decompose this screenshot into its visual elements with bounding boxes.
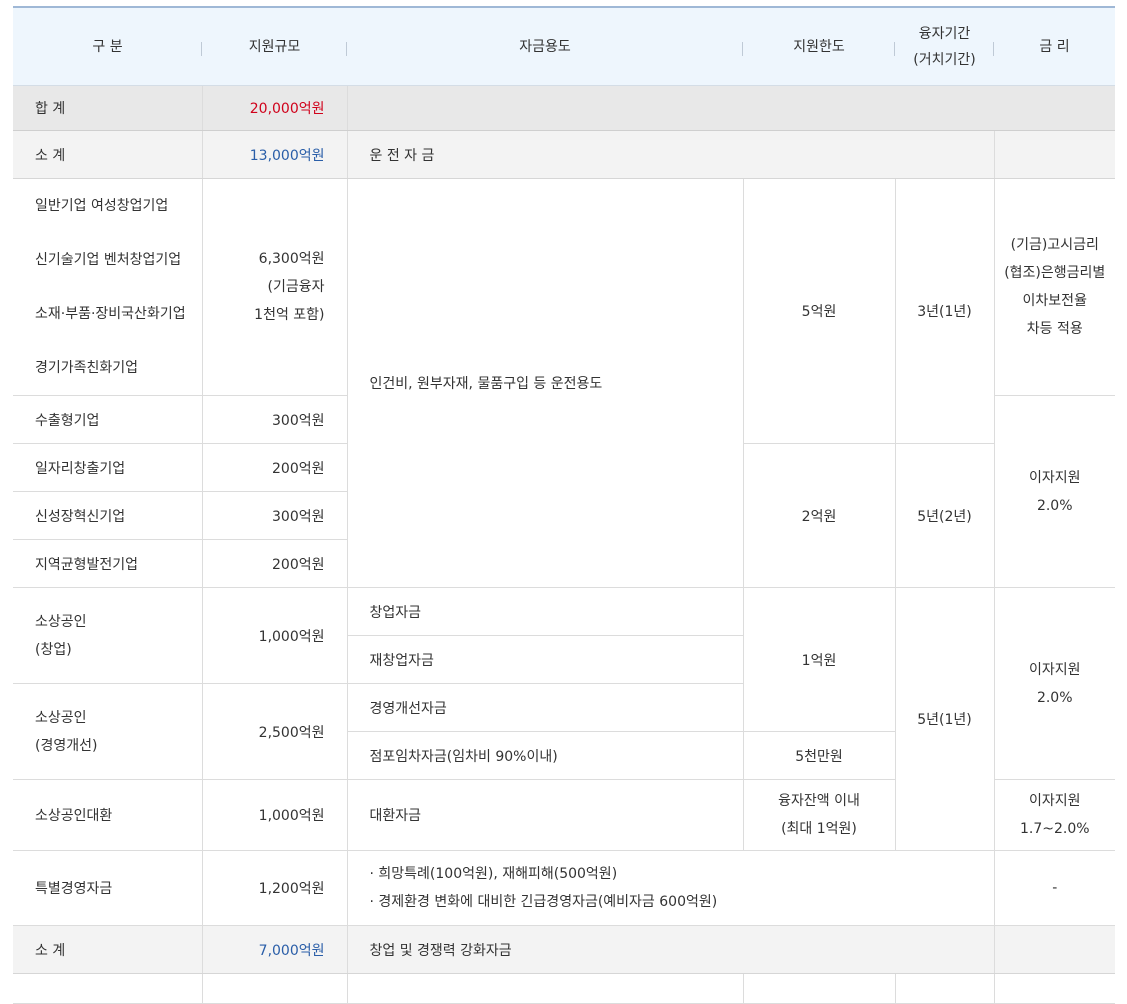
refinance-limit-cell: 융자잔액 이내 (최대 1억원) (742, 779, 895, 851)
group2-rate-cell: 이자지원 2.0% (993, 395, 1115, 588)
group1-limit: 5억원 (742, 178, 895, 444)
group3-period: 5년(1년) (894, 587, 994, 851)
company-type-general: 일반기업 여성창업기업 (35, 198, 169, 214)
refinance-name: 소상공인대환 (13, 779, 202, 851)
special-fund-purpose: · 희망특례(100억원), 재해피해(500억원) · 경제환경 변화에 대비… (346, 850, 994, 926)
refinance-limit-line2: (최대 1억원) (781, 821, 857, 837)
refinance-purpose: 대환자금 (346, 779, 743, 851)
subtotal2-label: 소 계 (13, 925, 202, 974)
group3-rate-line2: 2.0% (1036, 689, 1073, 706)
company-type-family: 경기가족친화기업 (35, 360, 139, 376)
group1-amount-line3: 1천억 포함) (254, 307, 325, 323)
subtotal-label: 소 계 (13, 130, 202, 179)
special-fund-name: 특별경영자금 (13, 850, 202, 926)
table-row (13, 973, 1115, 1004)
startup-fund-purpose: 창업자금 (346, 587, 743, 636)
group1-rate-line1: (기금)고시금리 (1010, 237, 1099, 253)
restart-fund-purpose: 재창업자금 (346, 635, 743, 684)
jobs-company-amount: 200억원 (201, 443, 347, 492)
group1-rate-line4: 차등 적용 (1026, 321, 1083, 337)
group1-rate-line2: (협조)은행금리별 (1004, 265, 1106, 281)
export-company-name: 수출형기업 (13, 395, 202, 444)
subtotal2-empty (993, 925, 1115, 974)
header-loan-period: 융자기간 (거치기간) (895, 6, 994, 86)
subtotal-purpose: 운 전 자 금 (346, 130, 994, 179)
table-row: 소상공인 (창업) 1,000억원 창업자금 1억원 5년(1년) 이자지원 2… (13, 587, 1115, 851)
export-company-amount: 300억원 (201, 395, 347, 444)
next-row-cell (201, 973, 347, 1004)
header-interest-rate: 금 리 (994, 6, 1115, 86)
jobs-company-name: 일자리창출기업 (13, 443, 202, 492)
smallbiz-improve-name-line2: (경영개선) (35, 737, 98, 754)
growth-company-amount: 300억원 (201, 491, 347, 540)
special-purpose-line1: · 희망특례(100억원), 재해피해(500억원) (369, 866, 618, 882)
table-header-row: 구 분 지원규모 자금용도 지원한도 융자기간 (거치기간) 금 리 (13, 6, 1115, 86)
smallbiz-limit: 1억원 (742, 587, 895, 732)
smallbiz-start-amount: 1,000억원 (201, 587, 347, 684)
special-fund-rate: - (993, 850, 1115, 926)
smallbiz-improve-amount: 2,500억원 (201, 683, 347, 780)
refinance-rate-line1: 이자지원 (1028, 793, 1081, 809)
refinance-amount: 1,000억원 (201, 779, 347, 851)
smallbiz-start-name-line2: (창업) (35, 641, 72, 658)
header-support-scale: 지원규모 (202, 6, 347, 86)
smallbiz-start-name-line1: 소상공인 (35, 613, 87, 630)
refinance-rate-cell: 이자지원 1.7~2.0% (993, 779, 1115, 851)
group3-rate-line1: 이자지원 (1028, 661, 1081, 678)
group2-rate-line1: 이자지원 (1028, 469, 1081, 486)
smallbiz-improve-name: 소상공인 (경영개선) (13, 683, 202, 780)
total-label: 합 계 (13, 85, 202, 131)
group2-limit: 2억원 (742, 443, 895, 588)
subtotal2-purpose: 창업 및 경쟁력 강화자금 (346, 925, 994, 974)
company-type-newtech: 신기술기업 벤처창업기업 (35, 252, 182, 268)
regional-company-name: 지역균형발전기업 (13, 539, 202, 588)
total-row: 합 계 20,000억원 (13, 85, 1115, 131)
header-loan-period-line2: (거치기간) (913, 51, 976, 68)
header-category: 구 분 (13, 6, 202, 86)
group1-amount-cell: 6,300억원 (기금융자 1천억 포함) (201, 178, 347, 396)
store-rent-limit: 5천만원 (742, 731, 895, 780)
next-row-cell (13, 973, 202, 1004)
next-row-cell (894, 973, 994, 1004)
table-row: 일반기업 여성창업기업 신기술기업 벤처창업기업 소재·부품·장비국산화기업 경… (13, 178, 1115, 588)
operating-purpose: 인건비, 원부자재, 물품구입 등 운전용도 (346, 178, 743, 588)
smallbiz-improve-name-line1: 소상공인 (35, 709, 87, 726)
subtotal2-amount: 7,000억원 (201, 925, 347, 974)
next-row-cell (346, 973, 743, 1004)
total-amount: 20,000억원 (201, 85, 347, 131)
header-support-limit: 지원한도 (743, 6, 895, 86)
regional-company-amount: 200억원 (201, 539, 347, 588)
group2-period: 5년(2년) (894, 443, 994, 588)
group1-amount-line1: 6,300억원 (258, 251, 325, 267)
header-loan-period-line1: 융자기간 (918, 25, 971, 42)
header-fund-purpose: 자금용도 (347, 6, 743, 86)
special-fund-amount: 1,200억원 (201, 850, 347, 926)
company-types-cell: 일반기업 여성창업기업 신기술기업 벤처창업기업 소재·부품·장비국산화기업 경… (13, 178, 202, 396)
company-type-materials: 소재·부품·장비국산화기업 (35, 306, 186, 322)
refinance-limit-line1: 융자잔액 이내 (778, 793, 860, 809)
special-purpose-line2: · 경제환경 변화에 대비한 긴급경영자금(예비자금 600억원) (369, 894, 718, 910)
subtotal-operating-row: 소 계 13,000억원 운 전 자 금 (13, 130, 1115, 179)
subtotal-startup-row: 소 계 7,000억원 창업 및 경쟁력 강화자금 (13, 925, 1115, 974)
smallbiz-start-name: 소상공인 (창업) (13, 587, 202, 684)
next-row-cell (993, 973, 1115, 1004)
total-empty (346, 85, 1115, 131)
group2-rate-line2: 2.0% (1036, 497, 1073, 514)
store-rent-fund-purpose: 점포임차자금(임차비 90%이내) (346, 731, 743, 780)
table-row: 특별경영자금 1,200억원 · 희망특례(100억원), 재해피해(500억원… (13, 850, 1115, 926)
next-row-cell (742, 973, 895, 1004)
group1-rate-line3: 이차보전율 (1022, 293, 1087, 309)
group1-period: 3년(1년) (894, 178, 994, 444)
subtotal-amount: 13,000억원 (201, 130, 347, 179)
loan-support-table-container: 구 분 지원규모 자금용도 지원한도 융자기간 (거치기간) 금 리 합 계 2… (13, 6, 1115, 1004)
improvement-fund-purpose: 경영개선자금 (346, 683, 743, 732)
loan-support-table: 구 분 지원규모 자금용도 지원한도 융자기간 (거치기간) 금 리 합 계 2… (13, 6, 1115, 1004)
group3-rate-cell: 이자지원 2.0% (993, 587, 1115, 780)
refinance-rate-line2: 1.7~2.0% (1019, 821, 1090, 837)
subtotal-empty (993, 130, 1115, 179)
group1-amount-line2: (기금융자 (267, 279, 325, 295)
growth-company-name: 신성장혁신기업 (13, 491, 202, 540)
group1-rate-cell: (기금)고시금리 (협조)은행금리별 이차보전율 차등 적용 (993, 178, 1115, 396)
